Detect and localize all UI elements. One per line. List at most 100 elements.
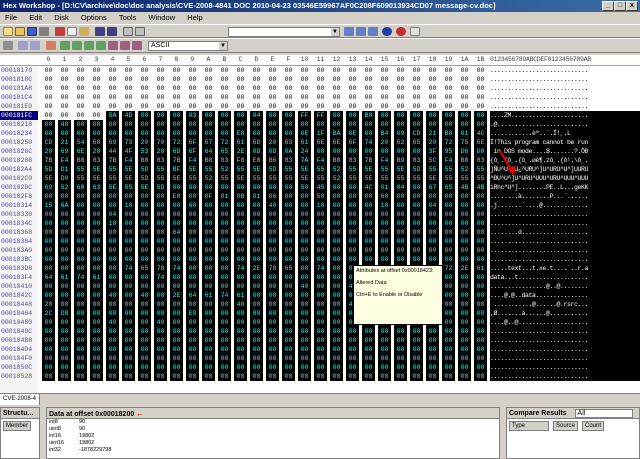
- hex-byte[interactable]: 00: [42, 363, 55, 372]
- hex-byte[interactable]: 74: [218, 291, 231, 300]
- find-next-icon[interactable]: [356, 27, 366, 36]
- hex-byte[interactable]: 00: [218, 318, 231, 327]
- hex-byte[interactable]: 00: [410, 219, 423, 228]
- hex-byte[interactable]: 00: [202, 273, 215, 282]
- hex-byte[interactable]: 00: [42, 129, 55, 138]
- hex-byte[interactable]: 55: [106, 174, 119, 183]
- hex-byte[interactable]: 00: [218, 237, 231, 246]
- hex-byte[interactable]: 00: [138, 102, 151, 111]
- hex-byte[interactable]: 00: [282, 336, 295, 345]
- hex-byte[interactable]: E8: [250, 156, 263, 165]
- hex-byte[interactable]: 00: [138, 246, 151, 255]
- hex-byte[interactable]: 00: [202, 201, 215, 210]
- hex-byte[interactable]: 00: [138, 84, 151, 93]
- hex-byte[interactable]: 4D: [122, 111, 135, 120]
- hex-byte[interactable]: 00: [58, 336, 71, 345]
- menu-window[interactable]: Window: [143, 12, 180, 24]
- hex-byte[interactable]: 00: [74, 237, 87, 246]
- hex-byte[interactable]: 64: [170, 228, 183, 237]
- hex-byte[interactable]: 4B: [458, 183, 471, 192]
- hex-byte[interactable]: 00: [474, 363, 487, 372]
- hex-byte[interactable]: 00: [74, 129, 87, 138]
- hex-byte[interactable]: 6E: [330, 138, 343, 147]
- hex-byte[interactable]: 00: [74, 75, 87, 84]
- hex-byte[interactable]: 00: [426, 363, 439, 372]
- hex-byte[interactable]: 7A: [298, 156, 311, 165]
- ascii-row[interactable]: ............................: [490, 327, 640, 336]
- hex-byte[interactable]: 00: [234, 354, 247, 363]
- encoding-select[interactable]: ASCII ▼: [148, 41, 228, 51]
- hex-byte[interactable]: 00: [314, 84, 327, 93]
- hex-byte[interactable]: 00: [330, 219, 343, 228]
- block-icon[interactable]: [120, 41, 130, 50]
- hex-byte[interactable]: 61: [90, 273, 103, 282]
- hex-byte[interactable]: E0: [186, 309, 199, 318]
- hex-byte[interactable]: 00: [442, 282, 455, 291]
- hex-byte[interactable]: 00: [346, 228, 359, 237]
- hex-byte[interactable]: 03: [186, 111, 199, 120]
- hex-byte[interactable]: 00: [250, 84, 263, 93]
- hex-byte[interactable]: 00: [90, 66, 103, 75]
- hex-byte[interactable]: 6F: [186, 147, 199, 156]
- hex-byte[interactable]: 53: [138, 147, 151, 156]
- ascii-row[interactable]: ............................: [490, 372, 640, 381]
- interpreter-row[interactable]: uint8 90: [47, 426, 499, 433]
- hex-byte[interactable]: 00: [410, 75, 423, 84]
- hex-byte[interactable]: 00: [458, 210, 471, 219]
- hex-byte[interactable]: 00: [58, 192, 71, 201]
- hex-byte[interactable]: 00: [362, 246, 375, 255]
- hex-byte[interactable]: 69: [42, 183, 55, 192]
- hex-byte[interactable]: 00: [314, 246, 327, 255]
- hex-byte[interactable]: 00: [314, 372, 327, 381]
- hex-byte[interactable]: 00: [362, 255, 375, 264]
- hex-byte[interactable]: 00: [234, 84, 247, 93]
- hex-byte[interactable]: 74: [74, 273, 87, 282]
- hex-byte[interactable]: 00: [170, 84, 183, 93]
- hex-byte[interactable]: 00: [42, 255, 55, 264]
- hex-byte[interactable]: 00: [330, 210, 343, 219]
- hex-byte[interactable]: 00: [426, 237, 439, 246]
- hex-byte[interactable]: 00: [282, 291, 295, 300]
- hex-byte[interactable]: 00: [266, 111, 279, 120]
- hex-byte[interactable]: 00: [106, 255, 119, 264]
- hex-byte[interactable]: 00: [42, 237, 55, 246]
- hex-byte[interactable]: 1F: [314, 129, 327, 138]
- hex-byte[interactable]: 45: [314, 183, 327, 192]
- hex-byte[interactable]: 20: [426, 138, 439, 147]
- hex-byte[interactable]: 00: [58, 363, 71, 372]
- hex-byte[interactable]: 00: [298, 327, 311, 336]
- hex-byte[interactable]: 00: [154, 192, 167, 201]
- hex-byte[interactable]: 00: [122, 228, 135, 237]
- hex-byte[interactable]: 00: [122, 291, 135, 300]
- hex-byte[interactable]: 00: [314, 282, 327, 291]
- row-offset[interactable]: 000183BC: [0, 255, 38, 264]
- ascii-row[interactable]: data...t....................: [490, 273, 640, 282]
- hex-byte[interactable]: 00: [90, 210, 103, 219]
- hex-byte[interactable]: 00: [170, 255, 183, 264]
- hex-byte[interactable]: 00: [346, 354, 359, 363]
- hex-byte[interactable]: F4: [58, 156, 71, 165]
- hex-byte[interactable]: 00: [426, 336, 439, 345]
- hex-byte[interactable]: 00: [250, 291, 263, 300]
- hex-byte[interactable]: 00: [394, 102, 407, 111]
- hex-byte[interactable]: 00: [122, 192, 135, 201]
- hex-byte[interactable]: 00: [58, 282, 71, 291]
- hex-byte[interactable]: 00: [138, 318, 151, 327]
- hex-byte[interactable]: 00: [218, 219, 231, 228]
- hex-byte[interactable]: 00: [234, 345, 247, 354]
- ascii-row[interactable]: ....ZM......................: [490, 111, 640, 120]
- hex-row[interactable]: 00 00 00 00 00 00 00 00 E0 00 0F 01 0B 01 06 00 00 50 00 00…: [42, 192, 490, 201]
- hex-byte[interactable]: 00: [426, 120, 439, 129]
- hex-byte[interactable]: 00: [410, 111, 423, 120]
- hex-byte[interactable]: 00: [186, 66, 199, 75]
- hex-byte[interactable]: 00: [346, 75, 359, 84]
- hex-byte[interactable]: 00: [458, 327, 471, 336]
- hex-byte[interactable]: 00: [90, 327, 103, 336]
- hex-byte[interactable]: 55: [410, 174, 423, 183]
- hex-byte[interactable]: 61: [234, 138, 247, 147]
- hex-byte[interactable]: 55: [442, 174, 455, 183]
- hex-byte[interactable]: 00: [74, 327, 87, 336]
- hex-byte[interactable]: 00: [250, 300, 263, 309]
- hex-byte[interactable]: 00: [282, 255, 295, 264]
- hex-byte[interactable]: F8: [234, 156, 247, 165]
